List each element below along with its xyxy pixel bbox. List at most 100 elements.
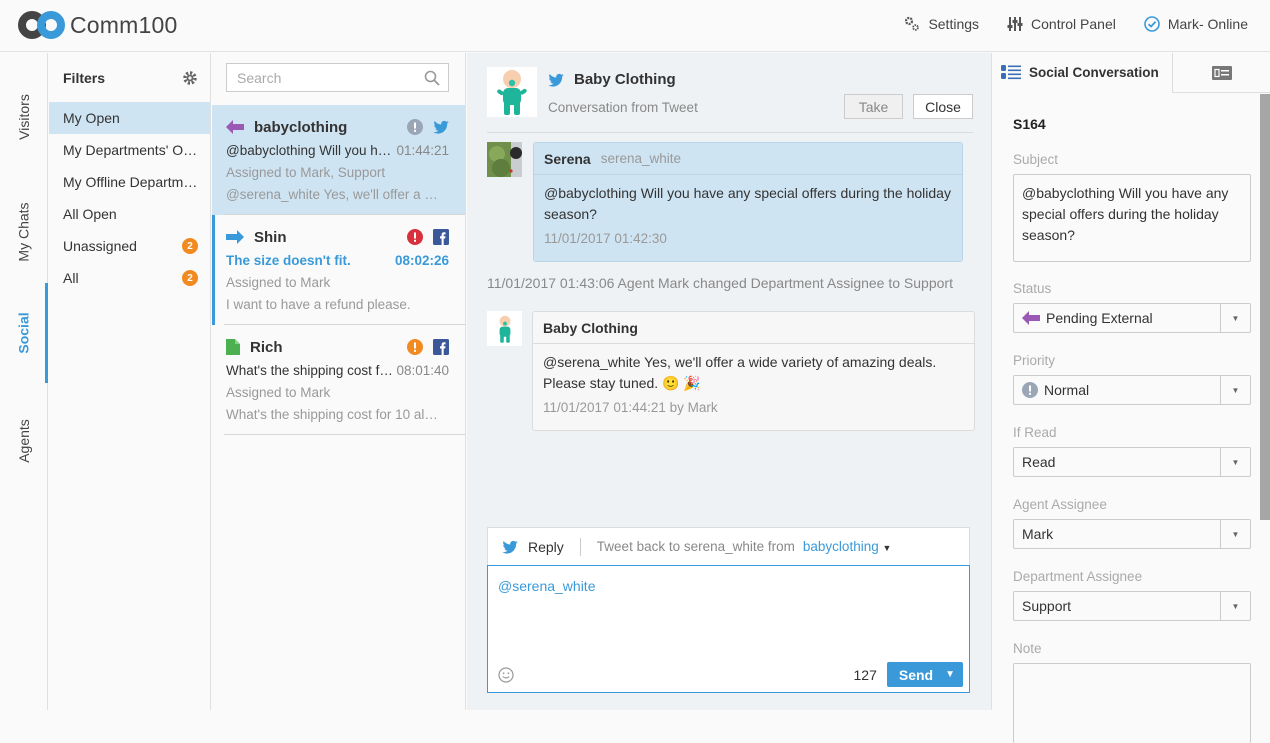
filters-title: Filters [63, 69, 106, 86]
facebook-icon [433, 229, 449, 245]
control-panel-button[interactable]: Control Panel [1007, 16, 1116, 32]
message-text: @babyclothing Will you have any special … [544, 185, 951, 222]
conversation-message: The size doesn't fit. [226, 253, 351, 268]
nav-social[interactable]: Social [0, 283, 48, 383]
conversation-assigned: Assigned to Mark, Support [226, 165, 386, 180]
subject-field[interactable]: @babyclothing Will you have any special … [1013, 174, 1251, 262]
filter-all[interactable]: All 2 [49, 262, 210, 294]
chat-header: Baby Clothing Conversation from Tweet Ta… [487, 67, 973, 133]
pending-external-arrow-icon [1022, 311, 1040, 325]
take-button[interactable]: Take [844, 94, 903, 119]
filter-my-open[interactable]: My Open [49, 102, 210, 134]
priority-urgent-icon [407, 229, 423, 245]
pending-external-arrow-icon [226, 120, 244, 134]
control-panel-label: Control Panel [1031, 16, 1116, 32]
conversation-info-panel: Social Conversation S164 Subject @babycl… [993, 53, 1270, 743]
filter-all-open[interactable]: All Open [49, 198, 210, 230]
status-label: Status [1013, 281, 1052, 296]
if-read-value: Read [1022, 454, 1056, 470]
comm100-logo[interactable]: Comm100 [18, 10, 178, 40]
status-select[interactable]: Pending External ▼ [1013, 303, 1251, 333]
conversation-name: Shin [254, 228, 287, 246]
count-badge: 2 [182, 270, 198, 286]
pending-internal-arrow-icon [226, 230, 244, 244]
caret-down-icon: ▼ [1220, 376, 1250, 404]
filter-label: All [63, 270, 79, 286]
department-assignee-label: Department Assignee [1013, 569, 1143, 584]
priority-select[interactable]: Normal ▼ [1013, 375, 1251, 405]
caret-down-icon[interactable]: ▼ [941, 669, 963, 680]
tab-label: Social Conversation [1029, 65, 1159, 80]
conversation-name: Rich [250, 338, 283, 356]
priority-normal-icon [1022, 382, 1038, 398]
nav-social-label: Social [16, 312, 32, 354]
conversation-time: 08:01:40 [396, 363, 449, 378]
system-message: 11/01/2017 01:43:06 Agent Mark changed D… [487, 275, 953, 291]
divider [224, 434, 465, 435]
outgoing-message: Baby Clothing @serena_white Yes, we'll o… [532, 311, 975, 431]
twitter-icon [502, 540, 518, 554]
conversation-message: @babyclothing Will you h… [226, 143, 392, 158]
reply-box: @serena_white 127 Send ▼ [487, 565, 970, 693]
gears-icon [905, 16, 920, 31]
filter-my-departments-open[interactable]: My Departments' Open [49, 134, 210, 166]
scrollbar-thumb[interactable] [1260, 94, 1270, 520]
nav-visitors-label: Visitors [16, 94, 32, 140]
emoji-icon[interactable] [498, 666, 514, 683]
reply-tab-label: Reply [528, 538, 564, 555]
nav-my-chats[interactable]: My Chats [0, 181, 48, 283]
conversation-item[interactable]: babyclothing @babyclothing Will you h… 01… [212, 105, 465, 215]
conversation-last-message: @serena_white Yes, we'll offer a … [226, 187, 438, 202]
status-value: Pending External [1046, 310, 1153, 326]
filter-my-offline-departments[interactable]: My Offline Departme… [49, 166, 210, 198]
note-field[interactable] [1013, 663, 1251, 743]
search-icon[interactable] [424, 70, 440, 86]
gear-icon[interactable] [182, 70, 198, 86]
conversation-time: 01:44:21 [396, 143, 449, 158]
conversation-last-message: What's the shipping cost for 10 al… [226, 407, 438, 422]
conversation-item[interactable]: Shin The size doesn't fit. 08:02:26 Assig… [212, 215, 465, 325]
department-assignee-select[interactable]: Support ▼ [1013, 591, 1251, 621]
vertical-nav: Visitors My Chats Social Agents [0, 53, 48, 710]
from-account-dropdown[interactable]: babyclothing ▼ [803, 539, 892, 554]
nav-visitors[interactable]: Visitors [0, 53, 48, 181]
chat-title: Baby Clothing [574, 71, 676, 88]
settings-button[interactable]: Settings [904, 16, 979, 32]
caret-down-icon: ▼ [882, 543, 892, 553]
message-time: 11/01/2017 01:44:21 by Mark [543, 400, 718, 415]
emoji-smile-party: 🙂 🎉 [662, 375, 701, 391]
scrollbar[interactable] [1260, 93, 1270, 710]
conversation-time: 08:02:26 [394, 253, 449, 268]
conversation-item[interactable]: Rich What's the shipping cost f… 08:01:40… [212, 325, 465, 435]
message-text-2: Please stay tuned. [543, 375, 659, 391]
filters-panel: Filters My Open My Departments' Open My … [49, 53, 211, 710]
list-icon [1001, 65, 1021, 80]
search-input[interactable] [237, 69, 417, 86]
close-button[interactable]: Close [913, 94, 973, 119]
agent-status-button[interactable]: Mark- Online [1144, 16, 1248, 32]
conversation-assigned: Assigned to Mark [226, 385, 331, 400]
reply-input[interactable]: @serena_white [488, 566, 969, 656]
serena-avatar [487, 142, 522, 177]
nav-my-chats-label: My Chats [16, 202, 32, 262]
caret-down-icon: ▼ [1220, 592, 1250, 620]
search-box [226, 63, 449, 92]
message-time: 11/01/2017 01:42:30 [544, 231, 667, 246]
message-handle: serena_white [600, 151, 682, 166]
twitter-icon [548, 73, 564, 87]
filter-unassigned[interactable]: Unassigned 2 [49, 230, 210, 262]
priority-high-icon [407, 339, 423, 355]
if-read-select[interactable]: Read ▼ [1013, 447, 1251, 477]
settings-label: Settings [928, 16, 980, 32]
send-button[interactable]: Send ▼ [886, 662, 963, 687]
top-bar: Comm100 Settings Control Panel Mark- Onl… [0, 0, 1270, 52]
nav-agents[interactable]: Agents [0, 383, 48, 498]
agent-assignee-value: Mark [1022, 526, 1054, 542]
reply-tab[interactable]: Reply [502, 539, 564, 555]
tab-social-conversation[interactable]: Social Conversation [993, 53, 1172, 93]
filter-label: All Open [63, 206, 117, 222]
baby-avatar-icon [499, 315, 510, 343]
agent-assignee-select[interactable]: Mark ▼ [1013, 519, 1251, 549]
conversation-assigned: Assigned to Mark [226, 275, 331, 290]
tab-contact-card[interactable] [1172, 53, 1270, 92]
